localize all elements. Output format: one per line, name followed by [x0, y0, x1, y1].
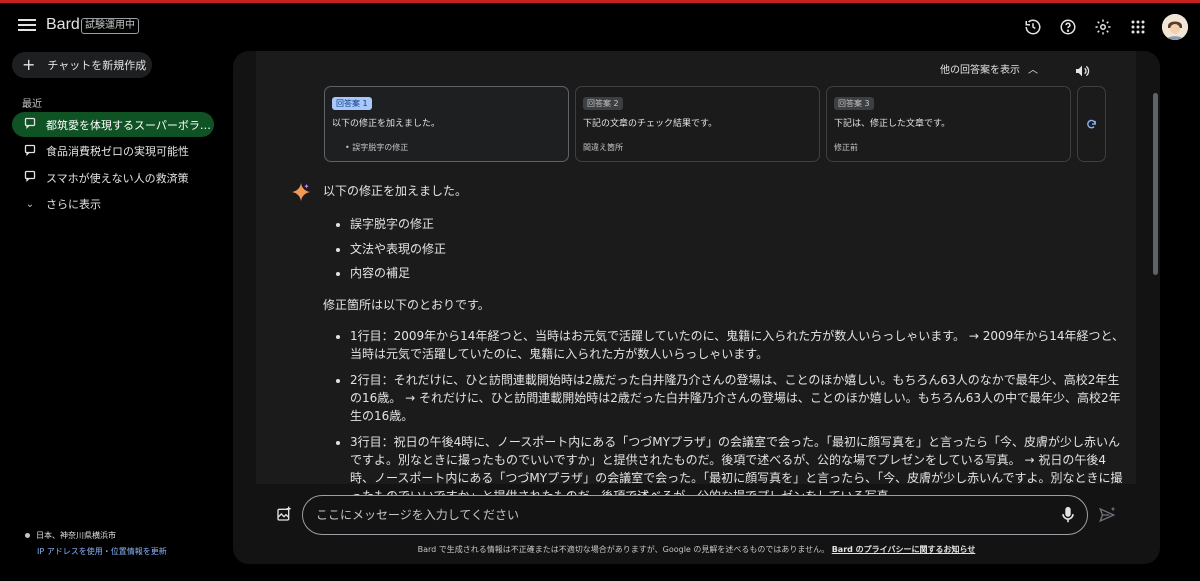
- show-other-drafts-button[interactable]: 他の回答案を表示 ︿: [940, 61, 1038, 76]
- show-more-button[interactable]: ⌄ さらに表示: [12, 192, 214, 217]
- response-intro: 以下の修正を加えました。: [323, 184, 468, 198]
- recent-chat-list: 都筑愛を体現するスーパーボラ… 食品消費税ゼロの実現可能性 スマホが使えない人の…: [12, 112, 214, 218]
- draft-subtext: 修正前: [834, 143, 858, 152]
- draft-card[interactable]: 回答案 1 以下の修正を加えました。 • 誤字脱字の修正: [324, 86, 569, 162]
- correction-list: 1行目：2009年から14年経つと、当時はお元気で活躍していたのに、鬼籍に入られ…: [323, 327, 1128, 505]
- draft-card[interactable]: 回答案 2 下記の文章のチェック結果です。 間違え箇所: [575, 86, 820, 162]
- add-image-icon[interactable]: [276, 506, 292, 525]
- menu-bar: [18, 24, 36, 26]
- speaker-icon[interactable]: [1074, 63, 1090, 82]
- apps-grid-icon[interactable]: [1126, 15, 1150, 39]
- bard-sparkle-icon: [290, 181, 312, 206]
- draft-subtext: 間違え箇所: [583, 143, 623, 152]
- menu-bar: [18, 29, 36, 31]
- top-accent-line: [0, 0, 1200, 3]
- recent-chat-item[interactable]: 食品消費税ゼロの実現可能性: [12, 139, 214, 164]
- new-chat-label: チャットを新規作成: [47, 59, 147, 72]
- show-more-label: さらに表示: [46, 198, 101, 211]
- response-area: 他の回答案を表示 ︿ 回答案 1 以下の修正を加えました。 • 誤字脱字の修正 …: [256, 51, 1136, 503]
- location-text: 日本、神奈川県横浜市: [36, 531, 116, 540]
- chat-bubble-icon: [24, 170, 36, 185]
- chevron-down-icon: ⌄: [25, 198, 35, 210]
- recent-heading: 最近: [22, 99, 42, 110]
- message-input[interactable]: [316, 508, 1036, 522]
- list-item: 1行目：2009年から14年経つと、当時はお元気で活躍していたのに、鬼籍に入られ…: [350, 327, 1128, 363]
- history-icon[interactable]: [1021, 15, 1045, 39]
- new-chat-button[interactable]: + チャットを新規作成: [12, 52, 152, 78]
- recent-chat-label: スマホが使えない人の救済策: [46, 171, 189, 185]
- main-menu-button[interactable]: [17, 16, 37, 36]
- privacy-link[interactable]: Bard のプライバシーに関するお知らせ: [832, 545, 976, 554]
- chat-bubble-icon: [24, 144, 36, 159]
- draft-tag: 回答案 1: [332, 97, 372, 110]
- location-dot-icon: [25, 533, 30, 538]
- disclaimer-text: Bard で生成される情報は不正確または不適切な場合がありますが、Google …: [417, 545, 830, 554]
- list-item: 文法や表現の修正: [350, 240, 1128, 258]
- experiment-badge: 試験運用中: [81, 18, 139, 34]
- microphone-icon[interactable]: [1061, 506, 1075, 527]
- draft-subtext: • 誤字脱字の修正: [345, 143, 409, 152]
- send-icon[interactable]: [1098, 506, 1116, 527]
- settings-icon[interactable]: [1091, 15, 1115, 39]
- regenerate-drafts-button[interactable]: [1077, 86, 1106, 162]
- chat-panel: 他の回答案を表示 ︿ 回答案 1 以下の修正を加えました。 • 誤字脱字の修正 …: [233, 51, 1160, 564]
- response-summary: 修正箇所は以下のとおりです。: [323, 298, 490, 312]
- response-content: 以下の修正を加えました。 誤字脱字の修正 文法や表現の修正 内容の補足 修正箇所…: [323, 182, 1128, 513]
- draft-tag: 回答案 2: [583, 97, 623, 110]
- recent-chat-item[interactable]: スマホが使えない人の救済策: [12, 165, 214, 190]
- chat-bubble-icon: [24, 117, 36, 132]
- draft-card[interactable]: 回答案 3 下記は、修正した文章です。 修正前: [826, 86, 1071, 162]
- disclaimer: Bard で生成される情報は不正確または不適切な場合がありますが、Google …: [233, 544, 1160, 555]
- help-icon[interactable]: [1056, 15, 1080, 39]
- recent-chat-label: 食品消費税ゼロの実現可能性: [46, 145, 189, 158]
- draft-tag: 回答案 3: [834, 97, 874, 110]
- scrollbar[interactable]: [1153, 93, 1158, 275]
- draft-text: 以下の修正を加えました。: [332, 119, 441, 129]
- change-list: 誤字脱字の修正 文法や表現の修正 内容の補足: [323, 215, 1128, 282]
- message-input-box[interactable]: [302, 495, 1088, 535]
- location-indicator: 日本、神奈川県横浜市: [25, 530, 116, 541]
- list-item: 内容の補足: [350, 264, 1128, 282]
- plus-icon: +: [22, 55, 36, 74]
- draft-text: 下記は、修正した文章です。: [834, 119, 951, 129]
- list-item: 誤字脱字の修正: [350, 215, 1128, 233]
- draft-list: 回答案 1 以下の修正を加えました。 • 誤字脱字の修正 回答案 2 下記の文章…: [324, 86, 1106, 162]
- chevron-up-icon: ︿: [1028, 65, 1038, 76]
- header-actions: [1010, 14, 1188, 40]
- draft-text: 下記の文章のチェック結果です。: [583, 119, 718, 129]
- recent-chat-label: 都筑愛を体現するスーパーボラ…: [46, 118, 211, 132]
- app-name: Bard: [46, 16, 80, 33]
- refresh-icon: [1087, 119, 1096, 128]
- other-drafts-label: 他の回答案を表示: [940, 65, 1020, 76]
- recent-chat-item[interactable]: 都筑愛を体現するスーパーボラ…: [12, 112, 214, 137]
- list-item: 2行目：それだけに、ひと訪問連載開始時は2歳だった白井隆乃介さんの登場は、ことの…: [350, 371, 1128, 425]
- update-location-link[interactable]: IP アドレスを使用・位置情報を更新: [37, 546, 167, 557]
- avatar[interactable]: [1162, 14, 1188, 40]
- menu-bar: [18, 19, 36, 21]
